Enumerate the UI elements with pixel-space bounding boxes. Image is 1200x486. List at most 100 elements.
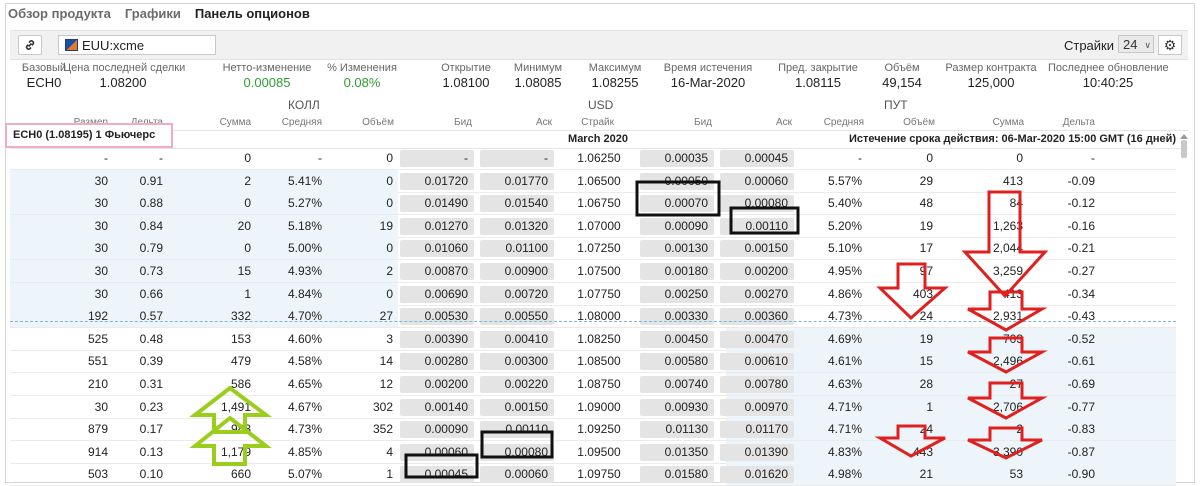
table-row[interactable]: 30 0.79 0 5.00% 0 5.10% 17 2,044 -0.21 0.01060 0.0… (10, 237, 1176, 261)
cell-put-volume: 28 (919, 377, 933, 391)
cell-put-bid[interactable]: 0.00180 (640, 263, 714, 280)
cell-put-bid[interactable]: 0.00250 (640, 285, 714, 303)
table-row[interactable]: 30 0.84 20 5.18% 19 5.20% 19 1,263 -0.16 0.01270 0… (10, 214, 1176, 238)
tab-product-overview[interactable]: Обзор продукта (8, 6, 111, 26)
cell-sum: 1 (244, 286, 251, 301)
column-header-strike[interactable]: Страйк (524, 117, 614, 129)
cell-bid[interactable]: 0.01270 (400, 217, 474, 235)
table-row[interactable]: 503 0.10 660 5.07% 1 4.98% 21 53 -0.90 0.00045 0.0… (10, 463, 1176, 486)
cell-put-ask[interactable]: 0.00360 (720, 308, 794, 326)
table-row[interactable]: 525 0.48 153 4.60% 3 4.69% 19 703 -0.52 0.00390 0.… (10, 327, 1176, 351)
cell-bid[interactable]: 0.00390 (400, 330, 474, 348)
cell-bid[interactable]: 0.00060 (400, 443, 474, 461)
cell-ask[interactable]: 0.00410 (480, 330, 554, 348)
cell-put-ask[interactable]: 0.01620 (720, 466, 794, 484)
cell-ask[interactable]: 0.00220 (480, 376, 554, 393)
table-row[interactable]: 30 0.73 15 4.93% 2 4.95% 97 3,259 -0.27 0.00870 0.… (10, 260, 1176, 283)
cell-delta: 0.91 (139, 173, 163, 188)
strikes-select[interactable]: 24 ∨ (1118, 35, 1154, 53)
column-header-p-bid[interactable]: Бид (622, 117, 712, 129)
tab-charts[interactable]: Графики (125, 6, 181, 26)
cell-ask[interactable]: 0.00900 (480, 263, 554, 280)
cell-put-ask[interactable]: 0.00150 (720, 240, 794, 258)
cell-put-ask[interactable]: 0.00970 (720, 398, 794, 416)
cell-put-ask[interactable]: 0.00200 (720, 263, 794, 280)
cell-put-bid[interactable]: 0.00330 (640, 308, 714, 326)
table-row[interactable]: 914 0.13 1,179 4.85% 4 4.83% 443 3,390 -0.87 0.00… (10, 440, 1176, 464)
cell-ask[interactable]: - (480, 150, 554, 167)
settings-button[interactable]: ⚙ (1158, 35, 1182, 55)
scroll-up-arrow[interactable] (1180, 134, 1188, 139)
column-header-volume[interactable]: Объём (304, 117, 394, 129)
cell-put-ask[interactable]: 0.00470 (720, 330, 794, 348)
cell-ask[interactable]: 0.01100 (480, 240, 554, 258)
cell-ask[interactable]: 0.01540 (480, 195, 554, 213)
cell-put-bid[interactable]: 0.00035 (640, 150, 714, 167)
cell-put-bid[interactable]: 0.00580 (640, 353, 714, 371)
table-row[interactable]: 210 0.31 586 4.65% 12 4.63% 28 27 -0.69 0.00200 0.… (10, 373, 1176, 396)
cell-bid[interactable]: 0.00870 (400, 263, 474, 280)
table-row[interactable]: 551 0.39 479 4.58% 14 4.61% 15 2,496 -0.61 0.0028… (10, 350, 1176, 374)
table-row[interactable]: 30 0.91 2 5.41% 0 5.57% 29 413 -0.09 0.01720 0.017… (10, 169, 1176, 193)
cell-put-ask[interactable]: 0.00780 (720, 376, 794, 393)
cell-bid[interactable]: 0.00690 (400, 285, 474, 303)
symbol-field[interactable]: EUU:xcme (58, 35, 216, 55)
cell-put-ask[interactable]: 0.00110 (720, 217, 794, 235)
table-row[interactable]: 192 0.57 332 4.70% 27 4.73% 24 2,931 -0.43 0.0053… (10, 305, 1176, 329)
cell-put-volume: 24 (919, 309, 933, 324)
cell-bid[interactable]: 0.01060 (400, 240, 474, 258)
cell-bid[interactable]: 0.00090 (400, 421, 474, 439)
cell-bid[interactable]: 0.00280 (400, 353, 474, 371)
cell-ask[interactable]: 0.00150 (480, 398, 554, 416)
cell-put-bid[interactable]: 0.00450 (640, 330, 714, 348)
stat-label: Последнее обновление (1048, 62, 1169, 74)
cell-ask[interactable]: 0.01770 (480, 172, 554, 190)
cell-put-ask[interactable]: 0.01390 (720, 443, 794, 461)
table-row[interactable]: - -0-0-0 0- - -0.00035 0.00045 1.06250 (10, 147, 1176, 170)
link-button[interactable] (18, 35, 42, 55)
cell-put-bid[interactable]: 0.00050 (640, 172, 714, 190)
cell-sum: 983 (230, 422, 251, 437)
column-header-bid[interactable]: Бид (382, 117, 472, 129)
cell-ask[interactable]: 0.00720 (480, 285, 554, 303)
cell-put-bid[interactable]: 0.00740 (640, 376, 714, 393)
tab-options-panel[interactable]: Панель опционов (195, 6, 310, 26)
table-row[interactable]: 30 0.66 1 4.84% 0 4.86% 403 413 -0.34 0.00690 0.00… (10, 282, 1176, 306)
cell-bid[interactable]: - (400, 150, 474, 167)
cell-bid[interactable]: 0.00200 (400, 376, 474, 393)
cell-volume: 0 (386, 286, 393, 301)
table-row[interactable]: 879 0.17 983 4.73% 352 4.71% 24 2 -0.83 0.00090 0.… (10, 418, 1176, 442)
cell-put-bid[interactable]: 0.00130 (640, 240, 714, 258)
cell-put-ask[interactable]: 0.00060 (720, 172, 794, 190)
table-row[interactable]: 30 0.88 0 5.27% 0 5.40% 48 84 -0.12 0.01490 0.0154… (10, 192, 1176, 216)
cell-put-ask[interactable]: 0.01170 (720, 421, 794, 439)
cell-put-bid[interactable]: 0.01130 (640, 421, 714, 439)
cell-bid[interactable]: 0.00045 (400, 466, 474, 484)
cell-ask[interactable]: 0.00550 (480, 308, 554, 326)
cell-ask[interactable]: 0.00300 (480, 353, 554, 371)
cell-bid[interactable]: 0.00140 (400, 398, 474, 416)
cell-put-bid[interactable]: 0.00930 (640, 398, 714, 416)
cell-put-bid[interactable]: 0.00070 (640, 195, 714, 213)
cell-put-bid[interactable]: 0.01350 (640, 443, 714, 461)
cell-delta: 0.17 (139, 422, 163, 437)
cell-ask[interactable]: 0.00060 (480, 466, 554, 484)
cell-bid[interactable]: 0.00530 (400, 308, 474, 326)
cell-put-ask[interactable]: 0.00080 (720, 195, 794, 213)
cell-put-bid[interactable]: 0.01580 (640, 466, 714, 484)
cell-ask[interactable]: 0.00080 (480, 443, 554, 461)
cell-bid[interactable]: 0.01720 (400, 172, 474, 190)
column-header-p-delta[interactable]: Дельта (1005, 117, 1095, 129)
cell-avg: 4.85% (287, 444, 322, 459)
cell-put-bid[interactable]: 0.00090 (640, 217, 714, 235)
scrollbar-thumb[interactable] (1181, 140, 1187, 158)
cell-put-ask[interactable]: 0.00610 (720, 353, 794, 371)
cell-ask[interactable]: 0.01320 (480, 217, 554, 235)
table-row[interactable]: 30 0.23 1,491 4.67% 302 4.71% 1 2,706 -0.77 0.001… (10, 395, 1176, 419)
cell-put-sum: 27 (1009, 377, 1023, 391)
column-header-p-volume[interactable]: Объём (845, 117, 935, 129)
cell-bid[interactable]: 0.01490 (400, 195, 474, 213)
cell-ask[interactable]: 0.00110 (480, 421, 554, 439)
cell-put-ask[interactable]: 0.00045 (720, 150, 794, 167)
cell-put-ask[interactable]: 0.00270 (720, 285, 794, 303)
